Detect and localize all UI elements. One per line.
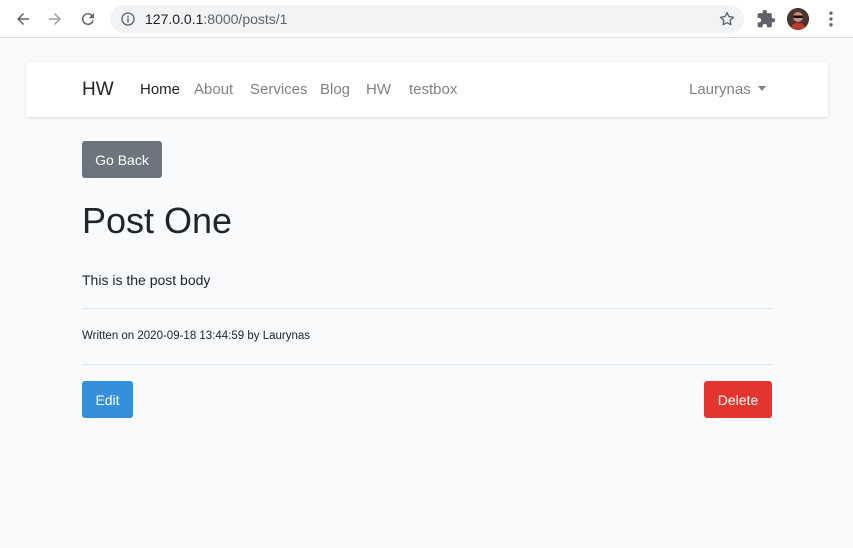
- more-menu-icon[interactable]: [821, 9, 841, 29]
- info-icon[interactable]: [120, 11, 136, 27]
- profile-avatar[interactable]: [787, 8, 809, 30]
- extensions-puzzle-icon[interactable]: [756, 9, 776, 29]
- reload-icon[interactable]: [76, 7, 100, 31]
- url-host: 127.0.0.1: [145, 11, 204, 27]
- address-bar[interactable]: 127.0.0.1:8000/posts/1: [110, 5, 744, 33]
- user-dropdown[interactable]: Laurynas: [689, 81, 766, 98]
- navbar-brand[interactable]: HW: [82, 79, 114, 101]
- nav-link-hw[interactable]: HW: [366, 81, 391, 98]
- nav-link-testbox[interactable]: testbox: [409, 81, 457, 98]
- nav-link-services[interactable]: Services: [250, 81, 308, 98]
- url-text[interactable]: 127.0.0.1:8000/posts/1: [145, 11, 287, 27]
- back-arrow-icon[interactable]: [11, 7, 35, 31]
- go-back-button[interactable]: Go Back: [82, 141, 162, 178]
- nav-link-home[interactable]: Home: [140, 81, 180, 98]
- edit-button[interactable]: Edit: [82, 381, 133, 418]
- forward-arrow-icon[interactable]: [43, 7, 67, 31]
- site-navbar: HW Home About Services Blog HW testbox L…: [26, 62, 828, 117]
- browser-toolbar: 127.0.0.1:8000/posts/1: [0, 0, 853, 38]
- url-path: :8000/posts/1: [203, 11, 288, 27]
- post-body: This is the post body: [82, 272, 211, 288]
- post-title: Post One: [82, 200, 233, 241]
- user-name: Laurynas: [689, 81, 751, 98]
- bookmark-star-icon[interactable]: [718, 10, 736, 28]
- nav-link-about[interactable]: About: [194, 81, 233, 98]
- divider-top: [82, 308, 772, 309]
- nav-link-blog[interactable]: Blog: [320, 81, 350, 98]
- divider-bottom: [82, 364, 772, 365]
- caret-down-icon: [757, 86, 766, 91]
- post-meta: Written on 2020-09-18 13:44:59 by Lauryn…: [82, 330, 311, 342]
- delete-button[interactable]: Delete: [704, 381, 772, 418]
